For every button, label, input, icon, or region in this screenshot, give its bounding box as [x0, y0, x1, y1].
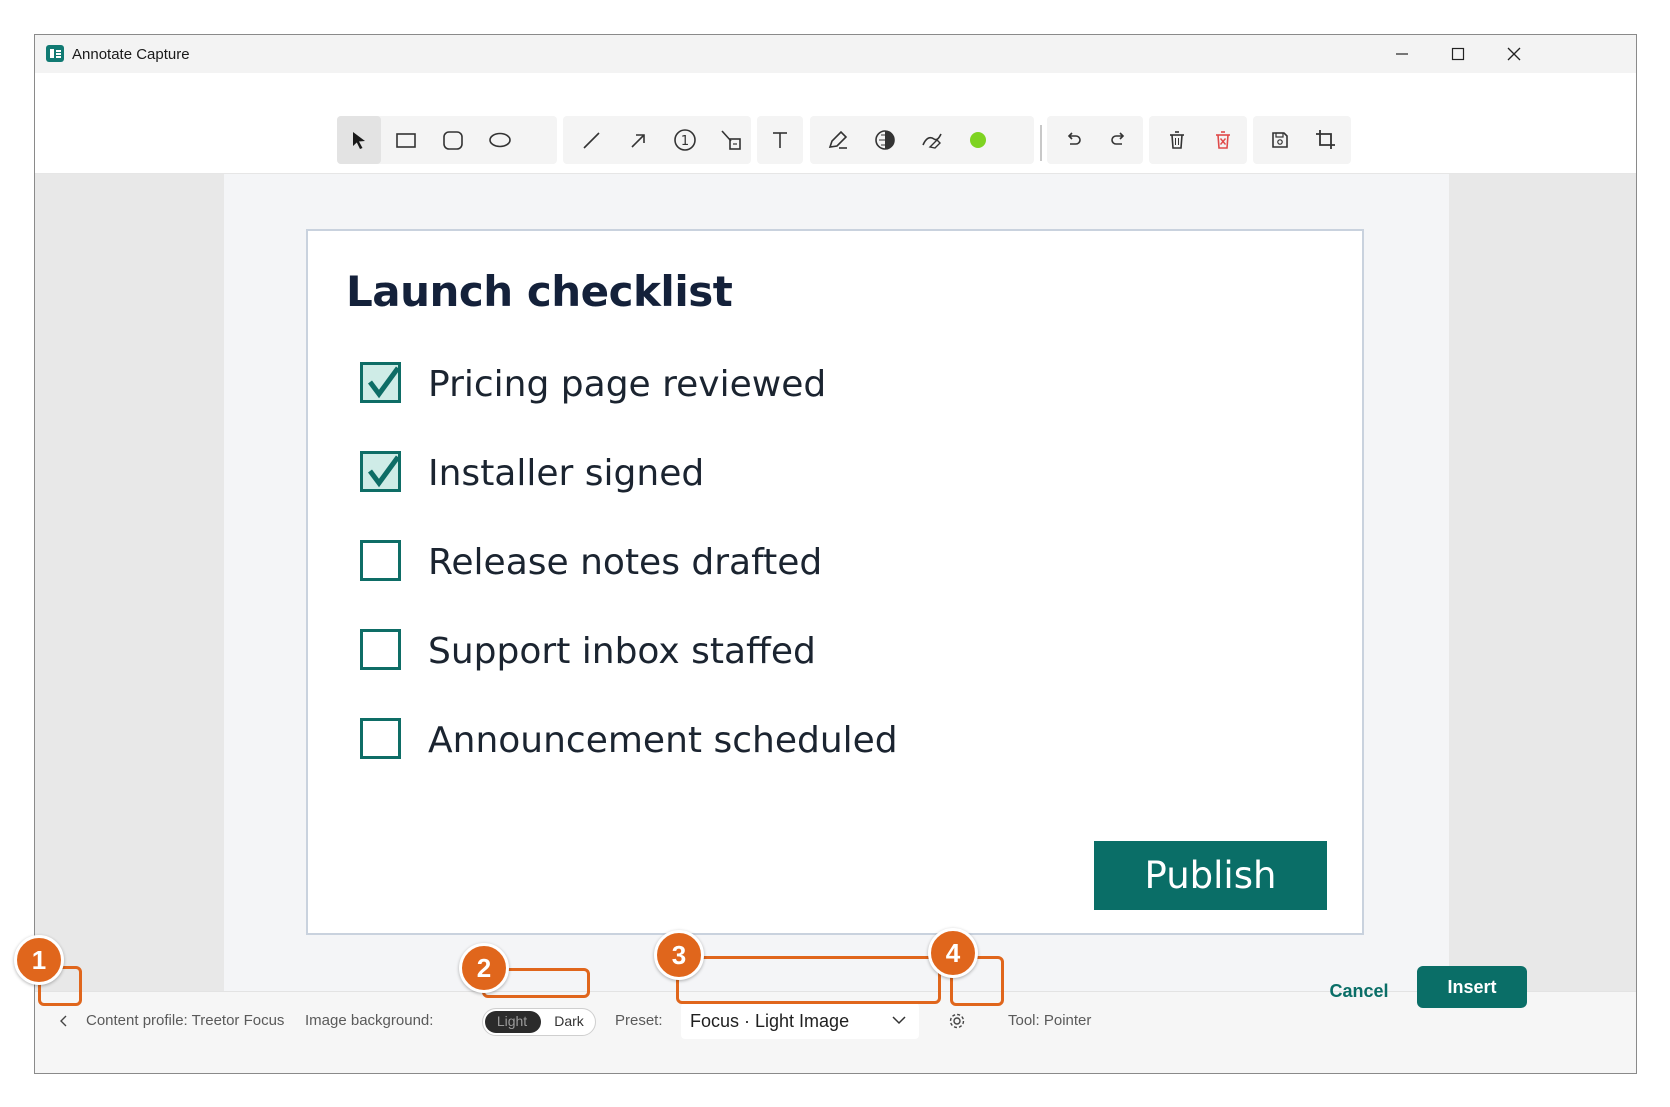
checklist-item-label: Pricing page reviewed: [428, 364, 827, 405]
checklist-item-label: Installer signed: [428, 453, 705, 494]
delete-all-icon: [1216, 131, 1230, 149]
pointer-tool[interactable]: [337, 116, 381, 164]
rectangle-icon: [396, 133, 416, 148]
back-button[interactable]: [51, 1006, 77, 1036]
ellipse-tool[interactable]: [478, 116, 522, 164]
delete-all-button[interactable]: [1201, 116, 1245, 164]
crop-button[interactable]: [1304, 116, 1348, 164]
checkbox-unchecked: [360, 718, 401, 759]
chevron-down-icon: [892, 1016, 906, 1025]
title-bar: Annotate Capture: [35, 35, 1636, 73]
minimize-icon: [1396, 53, 1408, 55]
settings-button[interactable]: [940, 1004, 974, 1038]
line-icon: [583, 132, 600, 149]
callout-icon: [721, 130, 741, 150]
delete-icon: [1170, 131, 1184, 149]
capture-page: Launch checklist Pricing page reviewed I…: [224, 174, 1449, 991]
maximize-button[interactable]: [1429, 35, 1487, 73]
tool-status: Tool: Pointer: [1008, 1012, 1092, 1029]
canvas-area: Launch checklist Pricing page reviewed I…: [35, 174, 1636, 991]
eraser-tool[interactable]: [910, 116, 954, 164]
save-icon: [1272, 132, 1288, 148]
checklist-title: Launch checklist: [346, 267, 733, 316]
minimize-button[interactable]: [1373, 35, 1431, 73]
highlighter-tool[interactable]: [816, 116, 860, 164]
redo-button[interactable]: [1097, 116, 1141, 164]
rounded-rectangle-icon: [443, 131, 463, 150]
blur-tool[interactable]: [863, 116, 907, 164]
checkbox-unchecked: [360, 629, 401, 670]
ellipse-icon: [489, 132, 511, 148]
callout-badge-4: 4: [928, 928, 978, 978]
captured-image[interactable]: Launch checklist Pricing page reviewed I…: [306, 229, 1364, 935]
app-icon: [46, 45, 64, 62]
toolbar-separator: [1040, 125, 1042, 161]
checkmark-icon: [368, 455, 400, 488]
chevron-left-icon: [60, 1015, 67, 1027]
close-button[interactable]: [1485, 35, 1543, 73]
eraser-icon: [922, 133, 942, 149]
rounded-rectangle-tool[interactable]: [431, 116, 475, 164]
close-icon: [1507, 47, 1521, 61]
maximize-icon: [1451, 47, 1465, 61]
annotate-capture-window: Annotate Capture 1 Launch checklist Pric…: [34, 34, 1637, 1074]
preset-dropdown[interactable]: Focus · Light Image: [681, 1003, 919, 1039]
highlighter-icon: [828, 130, 848, 149]
image-background-label: Image background:: [305, 1012, 434, 1029]
window-title: Annotate Capture: [72, 46, 190, 63]
undo-button[interactable]: [1051, 116, 1095, 164]
gear-icon: [949, 1013, 965, 1029]
callout-badge-3: 3: [654, 930, 704, 980]
toggle-light-option[interactable]: Light: [483, 1013, 541, 1029]
blur-icon: [875, 130, 895, 150]
rectangle-tool[interactable]: [384, 116, 428, 164]
arrow-icon: [631, 134, 645, 148]
step-number-tool[interactable]: 1: [663, 116, 707, 164]
line-tool[interactable]: [569, 116, 613, 164]
annotation-toolbar: 1: [35, 73, 1636, 174]
dialog-footer: [35, 1047, 1636, 1073]
color-swatch-icon: [970, 132, 986, 148]
svg-text:1: 1: [681, 134, 689, 149]
checkmark-icon: [368, 366, 400, 399]
checklist-item-label: Support inbox staffed: [428, 631, 816, 672]
redo-icon: [1111, 132, 1125, 145]
callout-tool[interactable]: [709, 116, 753, 164]
content-profile-label: Content profile: Treetor Focus: [86, 1012, 285, 1029]
checkbox-unchecked: [360, 540, 401, 581]
arrow-tool[interactable]: [616, 116, 660, 164]
undo-icon: [1067, 132, 1081, 145]
insert-button[interactable]: Insert: [1417, 966, 1527, 1008]
checkbox-checked: [360, 451, 401, 492]
delete-button[interactable]: [1155, 116, 1199, 164]
text-icon: [773, 132, 787, 148]
checklist-item-label: Announcement scheduled: [428, 720, 898, 761]
callout-highlight-3: [676, 956, 941, 1004]
publish-button-in-capture: Publish: [1094, 841, 1327, 910]
checklist-item-label: Release notes drafted: [428, 542, 823, 583]
step-number-icon: 1: [674, 129, 696, 151]
preset-value: Focus · Light Image: [690, 1011, 850, 1031]
text-tool[interactable]: [758, 116, 802, 164]
color-picker[interactable]: [956, 116, 1000, 164]
checkbox-checked: [360, 362, 401, 403]
toggle-dark-option[interactable]: Dark: [543, 1013, 595, 1029]
save-button[interactable]: [1258, 116, 1302, 164]
callout-badge-2: 2: [459, 943, 509, 993]
callout-badge-1: 1: [14, 935, 64, 985]
pointer-icon: [353, 132, 365, 149]
preset-label: Preset:: [615, 1012, 663, 1029]
crop-icon: [1316, 130, 1335, 149]
cancel-button[interactable]: Cancel: [1315, 973, 1403, 1009]
image-background-toggle[interactable]: Light Dark: [482, 1008, 596, 1036]
